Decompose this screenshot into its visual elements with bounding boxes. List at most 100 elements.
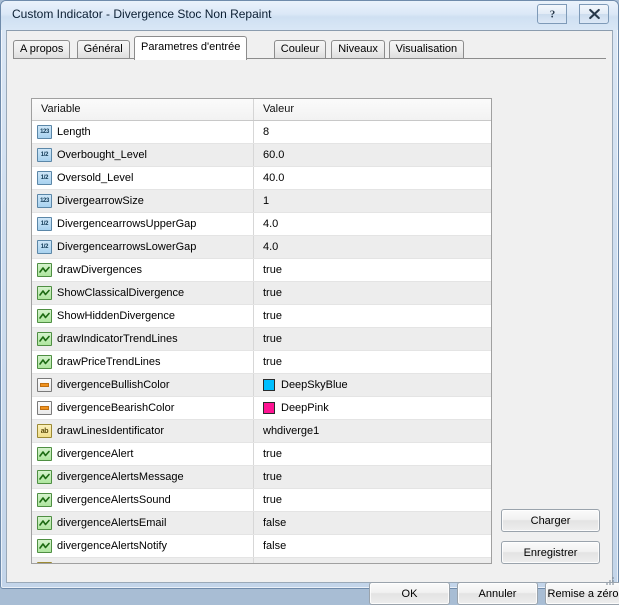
table-row[interactable]: drawDivergences true (32, 259, 491, 282)
value-cell[interactable]: 40.0 (254, 167, 491, 189)
value-cell[interactable]: true (254, 351, 491, 373)
value-text: 40.0 (263, 172, 285, 184)
variable-cell[interactable]: 123 Length (32, 121, 254, 143)
value-text: DeepPink (281, 402, 329, 414)
variable-cell[interactable]: drawDivergences (32, 259, 254, 281)
table-row[interactable]: drawPriceTrendLines true (32, 351, 491, 374)
value-cell[interactable]: DeepPink (254, 397, 491, 419)
tab-visualisation[interactable]: Visualisation (388, 40, 465, 59)
value-text: true (263, 333, 282, 345)
variable-cell[interactable]: divergenceBullishColor (32, 374, 254, 396)
variable-cell[interactable]: divergenceAlert (32, 443, 254, 465)
table-row[interactable]: divergenceAlertsNotify false (32, 535, 491, 558)
variable-name: drawLinesIdentificator (57, 425, 165, 437)
column-header-value[interactable]: Valeur (254, 99, 491, 120)
cancel-button[interactable]: Annuler (457, 582, 538, 605)
variable-cell[interactable]: ShowHiddenDivergence (32, 305, 254, 327)
variable-name: DivergearrowSize (57, 195, 144, 207)
color-icon (37, 401, 52, 415)
variable-name: divergenceBullishColor (57, 379, 170, 391)
table-row[interactable]: 1/2 Overbought_Level 60.0 (32, 144, 491, 167)
tab-parametres-d-entr-e[interactable]: Parametres d'entrée (134, 36, 248, 60)
tab-a-propos[interactable]: A propos (13, 40, 71, 59)
title-bar[interactable]: Custom Indicator - Divergence Stoc Non R… (1, 1, 618, 30)
value-cell[interactable]: 4.0 (254, 236, 491, 258)
string-icon: ab (37, 424, 52, 438)
value-cell[interactable]: true (254, 489, 491, 511)
table-row[interactable]: 1/2 DivergencearrowsLowerGap 4.0 (32, 236, 491, 259)
value-cell[interactable]: 1 (254, 190, 491, 212)
resize-grip[interactable] (603, 574, 615, 586)
variable-cell[interactable]: drawIndicatorTrendLines (32, 328, 254, 350)
table-row[interactable]: divergenceAlertsSound true (32, 489, 491, 512)
bool-icon (37, 309, 52, 323)
table-row[interactable]: drawIndicatorTrendLines true (32, 328, 491, 351)
variable-cell[interactable]: divergenceAlertsEmail (32, 512, 254, 534)
parameters-table[interactable]: Variable Valeur 123 Length 8 1/2 Overbought_… (31, 98, 492, 564)
save-button[interactable]: Enregistrer (501, 541, 600, 564)
column-header-variable[interactable]: Variable (32, 99, 254, 120)
value-cell[interactable]: 4.0 (254, 213, 491, 235)
value-cell[interactable]: DeepSkyBlue (254, 374, 491, 396)
value-cell[interactable]: true (254, 443, 491, 465)
table-row[interactable]: ShowHiddenDivergence true (32, 305, 491, 328)
variable-cell[interactable]: 1/2 Overbought_Level (32, 144, 254, 166)
table-row[interactable]: ab divergenceAlertsSoundName alert1.wav (32, 558, 491, 564)
tab-strip: A propos Général Parametres d'entrée Couleu… (13, 36, 606, 60)
variable-cell[interactable]: divergenceAlertsNotify (32, 535, 254, 557)
load-button[interactable]: Charger (501, 509, 600, 532)
table-row[interactable]: ShowClassicalDivergence true (32, 282, 491, 305)
variable-cell[interactable]: divergenceAlertsMessage (32, 466, 254, 488)
value-cell[interactable]: true (254, 305, 491, 327)
variable-cell[interactable]: ShowClassicalDivergence (32, 282, 254, 304)
svg-text:?: ? (549, 9, 555, 21)
value-text: true (263, 287, 282, 299)
value-cell[interactable]: true (254, 328, 491, 350)
variable-cell[interactable]: divergenceBearishColor (32, 397, 254, 419)
close-icon[interactable] (579, 4, 609, 24)
tab-g-n-ral[interactable]: Général (76, 40, 130, 59)
tab-niveaux[interactable]: Niveaux (331, 40, 385, 59)
help-icon[interactable]: ? (537, 4, 567, 24)
variable-cell[interactable]: drawPriceTrendLines (32, 351, 254, 373)
value-cell[interactable]: false (254, 535, 491, 557)
value-cell[interactable]: true (254, 466, 491, 488)
ok-button[interactable]: OK (369, 582, 450, 605)
value-cell[interactable]: true (254, 259, 491, 281)
value-cell[interactable]: 8 (254, 121, 491, 143)
value-cell[interactable]: true (254, 282, 491, 304)
value-text: false (263, 540, 287, 552)
variable-cell[interactable]: 1/2 DivergencearrowsLowerGap (32, 236, 254, 258)
dialog-client-area: A propos Général Parametres d'entrée Couleu… (6, 30, 619, 605)
value-cell[interactable]: alert1.wav (254, 558, 491, 564)
table-row[interactable]: divergenceAlertsMessage true (32, 466, 491, 489)
variable-cell[interactable]: divergenceAlertsSound (32, 489, 254, 511)
table-row[interactable]: 123 DivergearrowSize 1 (32, 190, 491, 213)
value-text: true (263, 264, 282, 276)
table-row[interactable]: 123 Length 8 (32, 121, 491, 144)
table-row[interactable]: divergenceAlertsEmail false (32, 512, 491, 535)
variable-cell[interactable]: ab drawLinesIdentificator (32, 420, 254, 442)
variable-cell[interactable]: 1/2 DivergencearrowsUpperGap (32, 213, 254, 235)
table-row[interactable]: 1/2 Oversold_Level 40.0 (32, 167, 491, 190)
tab-couleur[interactable]: Couleur (273, 40, 327, 59)
table-body: 123 Length 8 1/2 Overbought_Level 60.0 1/2 Over… (32, 121, 491, 564)
variable-name: DivergencearrowsUpperGap (57, 218, 197, 230)
table-row[interactable]: 1/2 DivergencearrowsUpperGap 4.0 (32, 213, 491, 236)
table-row[interactable]: divergenceBullishColor DeepSkyBlue (32, 374, 491, 397)
value-cell[interactable]: 60.0 (254, 144, 491, 166)
value-text: true (263, 471, 282, 483)
variable-name: DivergencearrowsLowerGap (57, 241, 197, 253)
value-cell[interactable]: false (254, 512, 491, 534)
table-row[interactable]: divergenceBearishColor DeepPink (32, 397, 491, 420)
value-text: alert1.wav (263, 563, 313, 564)
variable-cell[interactable]: ab divergenceAlertsSoundName (32, 558, 254, 563)
variable-cell[interactable]: 1/2 Oversold_Level (32, 167, 254, 189)
value-text: 8 (263, 126, 270, 138)
string-icon: ab (37, 562, 52, 563)
table-row[interactable]: ab drawLinesIdentificator whdiverge1 (32, 420, 491, 443)
value-text: 4.0 (263, 241, 279, 253)
table-row[interactable]: divergenceAlert true (32, 443, 491, 466)
variable-cell[interactable]: 123 DivergearrowSize (32, 190, 254, 212)
value-cell[interactable]: whdiverge1 (254, 420, 491, 442)
